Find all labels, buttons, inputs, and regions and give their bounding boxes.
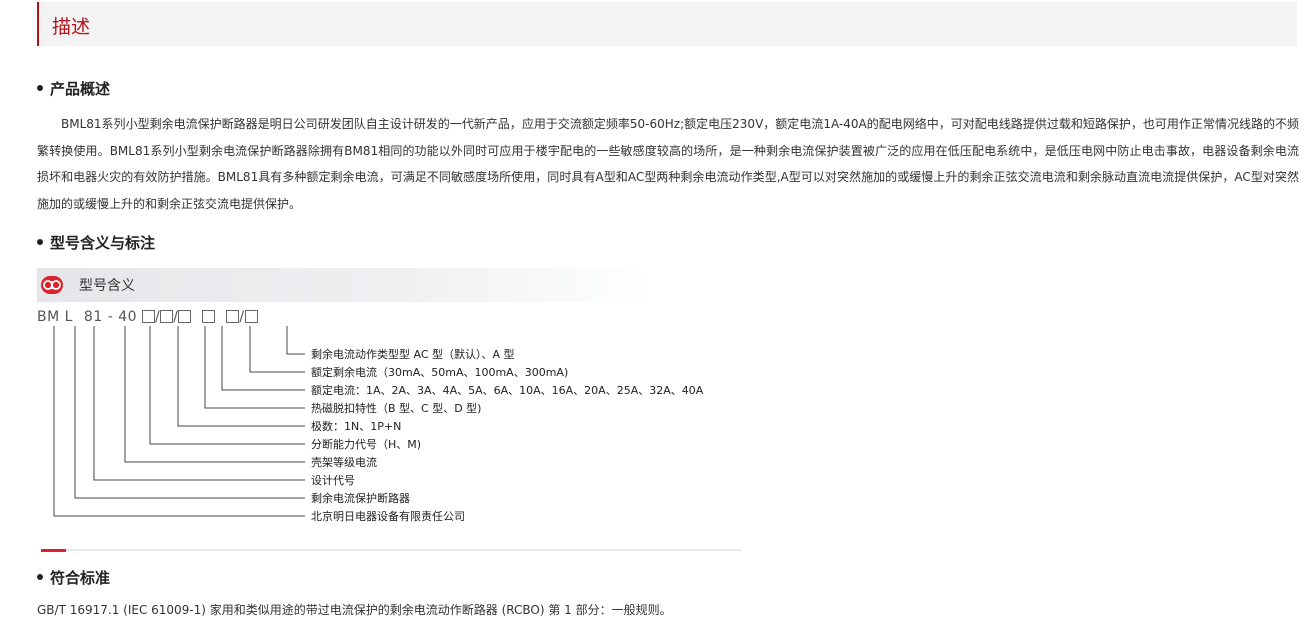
leader-line (93, 326, 305, 481)
code-box (178, 309, 192, 323)
code-dash: - (107, 309, 114, 325)
leader-line (204, 326, 305, 409)
bullet-icon (37, 238, 43, 245)
description-tab-title: 描述 (52, 16, 91, 38)
label-design-code: 设计代号 (311, 474, 355, 487)
label-rcbo: 剩余电流保护断路器 (311, 492, 410, 505)
model-code: BM L 81 - 40 // / (37, 309, 258, 325)
leader-line (221, 326, 305, 391)
code-brand: BM (37, 309, 60, 325)
diagram-accent-bar (41, 549, 66, 552)
label-rated-current: 额定电流：1A、2A、3A、4A、5A、6A、10A、16A、20A、25A、3… (311, 384, 704, 397)
leader-line (286, 326, 305, 355)
label-rated-residual-current: 额定剩余电流（30mA、50mA、100mA、300mA) (311, 366, 569, 379)
description-tab[interactable]: 描述 (37, 2, 1297, 46)
standard-text: GB/T 16917.1 (IEC 61009-1) 家用和类似用途的带过电流保… (37, 603, 672, 617)
model-diagram: 型号含义 BM L 81 - 40 // / 剩余电流动作类型型 AC 型（默认… (37, 262, 742, 554)
label-residual-type: 剩余电流动作类型型 AC 型（默认）、A 型 (311, 348, 515, 361)
code-box (244, 309, 258, 323)
overview-heading: 产品概述 (37, 78, 110, 99)
label-company: 北京明日电器设备有限责任公司 (311, 510, 465, 523)
code-box (141, 309, 155, 323)
leader-line (249, 326, 305, 373)
label-trip-characteristic: 热磁脱扣特性（B 型、C 型、D 型) (311, 402, 482, 415)
leader-line (74, 326, 305, 499)
code-series: 81 (83, 309, 103, 325)
bullet-icon (37, 573, 43, 580)
overview-paragraph: BML81系列小型剩余电流保护断路器是明日公司研发团队自主设计研发的一代新产品，… (37, 117, 1299, 212)
bullet-icon (37, 84, 43, 91)
label-poles: 极数：1N、1P+N (311, 420, 402, 433)
diagram-divider (41, 549, 741, 551)
leader-line (124, 326, 305, 463)
standard-heading: 符合标准 (37, 567, 110, 588)
code-box (202, 309, 216, 323)
code-box (160, 309, 174, 323)
code-box (226, 309, 240, 323)
label-breaking-capacity: 分断能力代号（H、M) (311, 438, 422, 451)
leader-line (177, 326, 305, 427)
code-design: L (64, 309, 73, 325)
label-frame-current: 壳架等级电流 (311, 456, 377, 469)
code-frame: 40 (118, 309, 138, 325)
leader-line (53, 326, 305, 517)
model-heading: 型号含义与标注 (37, 232, 155, 253)
